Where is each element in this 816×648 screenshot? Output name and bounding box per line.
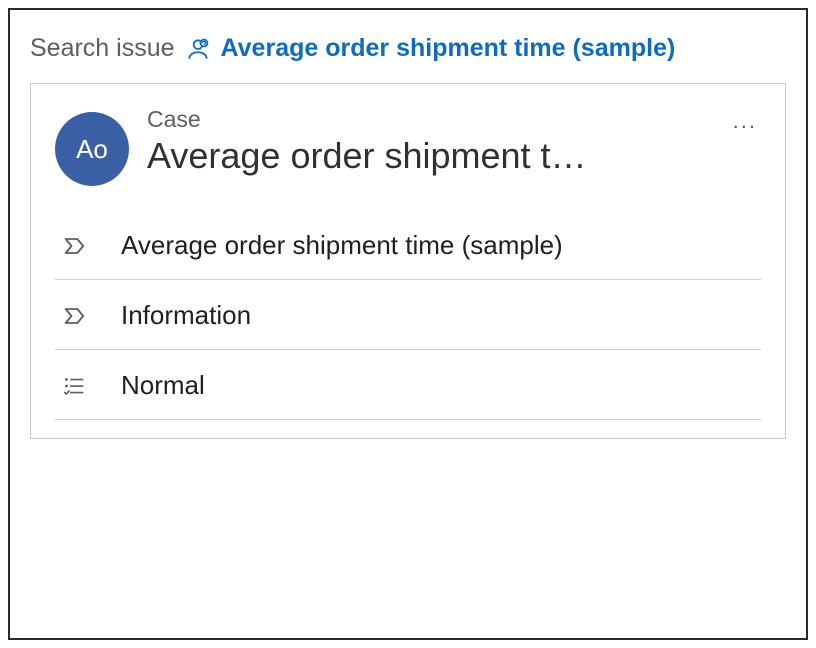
entity-label: Case bbox=[147, 106, 711, 133]
more-button[interactable]: ... bbox=[729, 110, 761, 132]
person-icon bbox=[185, 36, 211, 62]
breadcrumb-current[interactable]: Average order shipment time (sample) bbox=[221, 34, 676, 63]
chevron-tag-icon bbox=[61, 302, 91, 330]
priority-icon bbox=[61, 373, 91, 399]
breadcrumb-root[interactable]: Search issue bbox=[30, 34, 175, 63]
chevron-tag-icon bbox=[61, 232, 91, 260]
field-row-priority[interactable]: Normal bbox=[55, 350, 761, 420]
case-title[interactable]: Average order shipment t… bbox=[147, 135, 711, 177]
field-row-form[interactable]: Information bbox=[55, 280, 761, 350]
field-row-subject[interactable]: Average order shipment time (sample) bbox=[55, 210, 761, 280]
card-header: Ao Case Average order shipment t… ... bbox=[55, 106, 761, 186]
case-card: Ao Case Average order shipment t… ... Av… bbox=[30, 83, 786, 439]
field-value: Normal bbox=[121, 370, 205, 401]
field-value: Average order shipment time (sample) bbox=[121, 230, 563, 261]
panel: Search issue Average order shipment time… bbox=[8, 8, 808, 640]
header-text: Case Average order shipment t… bbox=[147, 106, 711, 177]
avatar: Ao bbox=[55, 112, 129, 186]
field-value: Information bbox=[121, 300, 251, 331]
breadcrumb: Search issue Average order shipment time… bbox=[30, 34, 786, 63]
